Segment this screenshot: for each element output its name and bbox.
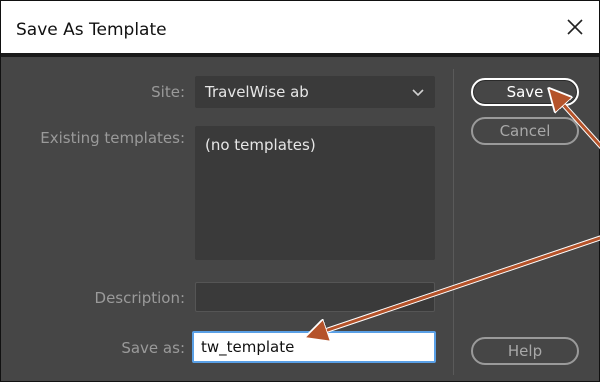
list-item[interactable]: (no templates) — [205, 136, 316, 154]
panel-divider — [453, 69, 454, 375]
save-as-label: Save as: — [121, 339, 185, 357]
save-button[interactable]: Save — [471, 78, 579, 106]
existing-templates-label: Existing templates: — [40, 129, 185, 147]
dialog-titlebar: Save As Template — [1, 1, 599, 57]
save-as-input[interactable]: tw_template — [192, 331, 436, 363]
existing-templates-list[interactable]: (no templates) — [195, 126, 435, 260]
save-as-template-dialog: Save As Template Site: TravelWise ab Exi… — [0, 0, 600, 382]
dialog-title: Save As Template — [16, 20, 167, 40]
help-button[interactable]: Help — [471, 337, 579, 365]
close-button[interactable] — [561, 13, 589, 41]
chevron-down-icon — [412, 89, 424, 97]
site-label: Site: — [151, 83, 185, 101]
site-dropdown[interactable]: TravelWise ab — [195, 76, 435, 108]
description-input[interactable] — [195, 282, 435, 312]
description-label: Description: — [94, 289, 185, 307]
site-value: TravelWise ab — [205, 83, 309, 101]
close-icon — [567, 19, 583, 35]
cancel-button[interactable]: Cancel — [471, 117, 579, 145]
